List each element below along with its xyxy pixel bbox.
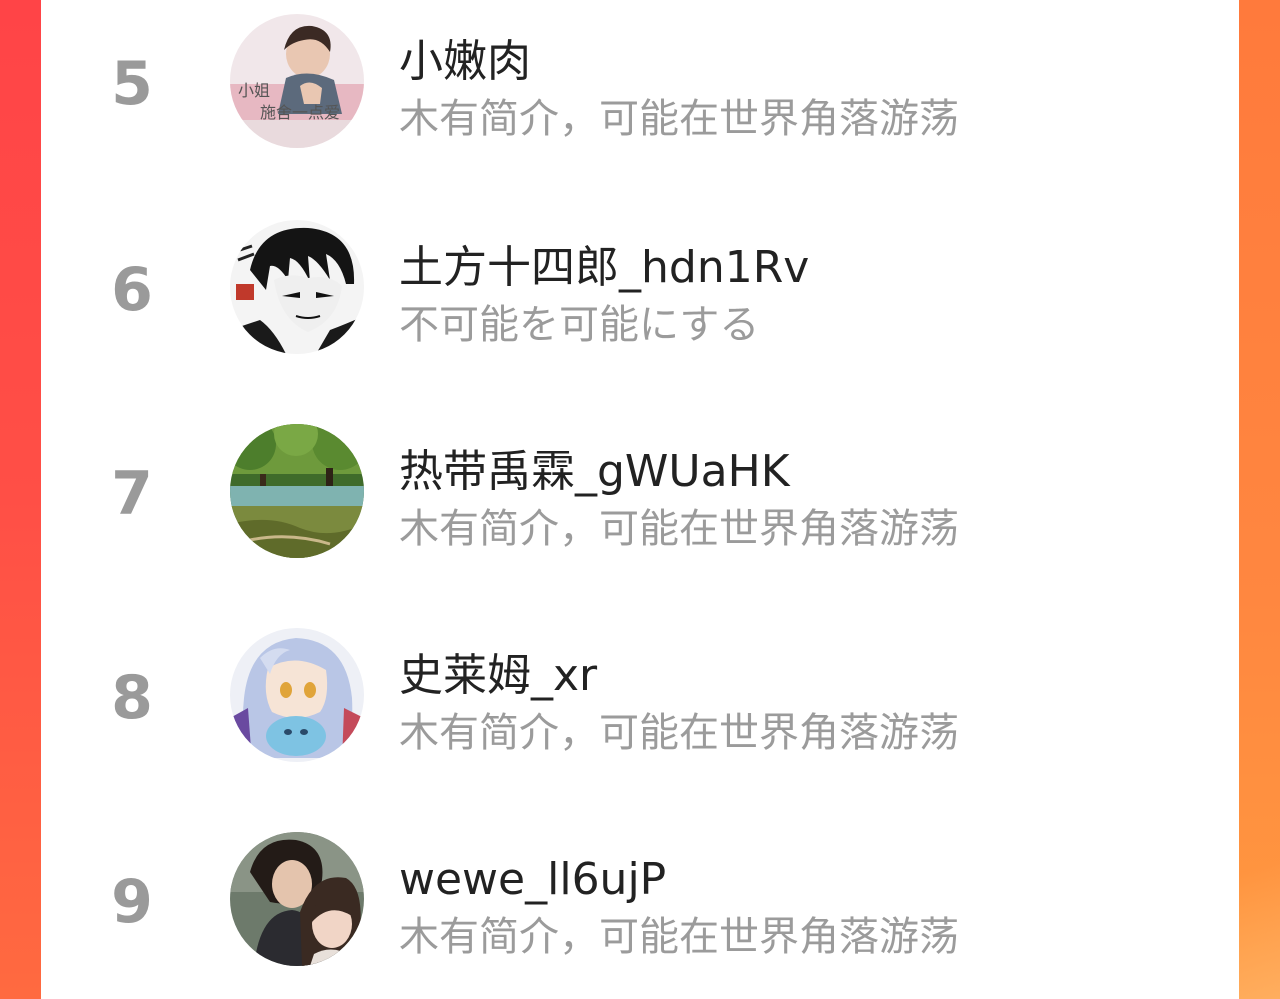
background-right-edge bbox=[1239, 0, 1280, 999]
avatar-forest-icon bbox=[230, 424, 364, 558]
ranking-card: 5 小姐 施舍一点爱 小嫩肉 木有简介，可能在世界角落游荡 6 土方十四郎_hd… bbox=[41, 0, 1239, 999]
rank-number: 8 bbox=[111, 663, 153, 733]
user-name[interactable]: 土方十四郎_hdn1Rv bbox=[399, 240, 809, 296]
user-bio: 木有简介，可能在世界角落游荡 bbox=[399, 914, 959, 960]
user-bio: 不可能を可能にする bbox=[399, 302, 760, 348]
avatar-caption: 施舍一点爱 bbox=[260, 103, 340, 122]
background-left-edge bbox=[0, 0, 41, 999]
rank-number: 9 bbox=[111, 867, 153, 937]
user-bio: 木有简介，可能在世界角落游荡 bbox=[399, 710, 959, 756]
avatar-anime-icon bbox=[230, 220, 364, 354]
rank-number: 5 bbox=[111, 49, 153, 119]
ranking-row[interactable]: 7 热带禹霖_gWUaHK 木有简介，可能在世界角落游荡 bbox=[41, 424, 1239, 584]
avatar-anime-blue-icon bbox=[230, 628, 364, 762]
user-name[interactable]: wewe_ll6ujP bbox=[399, 852, 666, 908]
ranking-row[interactable]: 6 土方十四郎_hdn1Rv 不可能を可能にする bbox=[41, 220, 1239, 380]
ranking-row[interactable]: 8 史莱姆_xr 木有简介，可能在世界角落游荡 bbox=[41, 628, 1239, 788]
user-name[interactable]: 史莱姆_xr bbox=[399, 648, 597, 704]
user-avatar[interactable] bbox=[230, 220, 364, 354]
avatar-photo-icon: 小姐 施舍一点爱 bbox=[230, 14, 364, 148]
user-name[interactable]: 小嫩肉 bbox=[399, 34, 531, 90]
ranking-row[interactable]: 9 wewe_ll6ujP 木有简介，可能在世界角落游荡 bbox=[41, 832, 1239, 992]
user-avatar[interactable] bbox=[230, 832, 364, 966]
avatar-caption: 小姐 bbox=[238, 81, 270, 100]
user-avatar[interactable]: 小姐 施舍一点爱 bbox=[230, 14, 364, 148]
user-avatar[interactable] bbox=[230, 424, 364, 558]
rank-number: 7 bbox=[111, 459, 153, 529]
ranking-row[interactable]: 5 小姐 施舍一点爱 小嫩肉 木有简介，可能在世界角落游荡 bbox=[41, 14, 1239, 174]
user-bio: 木有简介，可能在世界角落游荡 bbox=[399, 96, 959, 142]
avatar-couple-icon bbox=[230, 832, 364, 966]
user-avatar[interactable] bbox=[230, 628, 364, 762]
rank-number: 6 bbox=[111, 255, 153, 325]
user-name[interactable]: 热带禹霖_gWUaHK bbox=[399, 444, 790, 500]
user-bio: 木有简介，可能在世界角落游荡 bbox=[399, 506, 959, 552]
